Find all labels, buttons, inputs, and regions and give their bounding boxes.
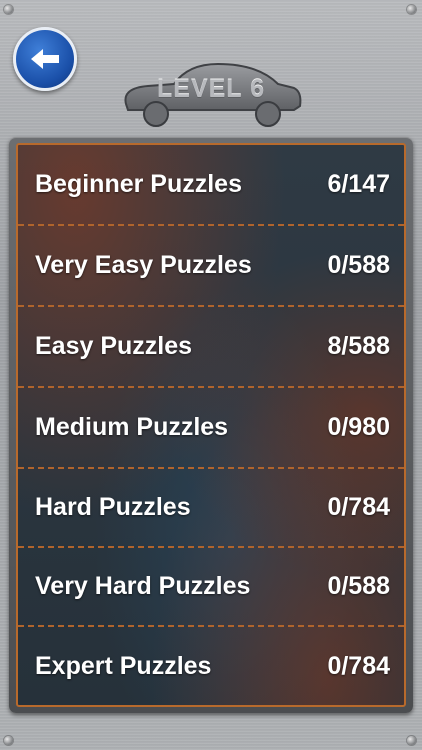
screw-top-right	[407, 5, 416, 14]
category-progress: 0/784	[327, 651, 390, 680]
level-title: LEVEL 6	[157, 75, 265, 103]
category-label: Expert Puzzles	[35, 651, 212, 680]
category-label: Medium Puzzles	[35, 413, 229, 441]
category-label: Easy Puzzles	[35, 332, 193, 360]
category-label: Beginner Puzzles	[35, 170, 242, 198]
screw-bottom-right	[407, 736, 416, 745]
category-label: Hard Puzzles	[35, 493, 191, 521]
category-row-medium[interactable]: Medium Puzzles 0/980	[18, 388, 404, 467]
puzzle-category-list: Beginner Puzzles 6/147 Very Easy Puzzles…	[16, 143, 406, 707]
category-row-very-easy[interactable]: Very Easy Puzzles 0/588	[18, 226, 404, 305]
arrow-left-icon	[31, 49, 59, 69]
category-progress: 0/784	[327, 493, 390, 521]
puzzle-category-panel: Beginner Puzzles 6/147 Very Easy Puzzles…	[9, 137, 413, 713]
category-row-easy[interactable]: Easy Puzzles 8/588	[18, 307, 404, 386]
screw-bottom-left	[4, 736, 13, 745]
category-row-very-hard[interactable]: Very Hard Puzzles 0/588	[18, 548, 404, 625]
category-row-expert[interactable]: Expert Puzzles 0/784	[18, 627, 404, 705]
screw-top-left	[4, 5, 13, 14]
level-badge: LEVEL 6	[118, 58, 304, 132]
back-button[interactable]	[13, 27, 77, 91]
category-label: Very Easy Puzzles	[35, 251, 252, 279]
category-progress: 8/588	[327, 332, 390, 360]
category-row-beginner[interactable]: Beginner Puzzles 6/147	[18, 145, 404, 224]
category-progress: 6/147	[327, 170, 390, 198]
category-progress: 0/588	[327, 251, 390, 279]
category-progress: 0/980	[327, 413, 390, 441]
category-label: Very Hard Puzzles	[35, 572, 251, 600]
category-progress: 0/588	[327, 572, 390, 600]
category-row-hard[interactable]: Hard Puzzles 0/784	[18, 469, 404, 546]
